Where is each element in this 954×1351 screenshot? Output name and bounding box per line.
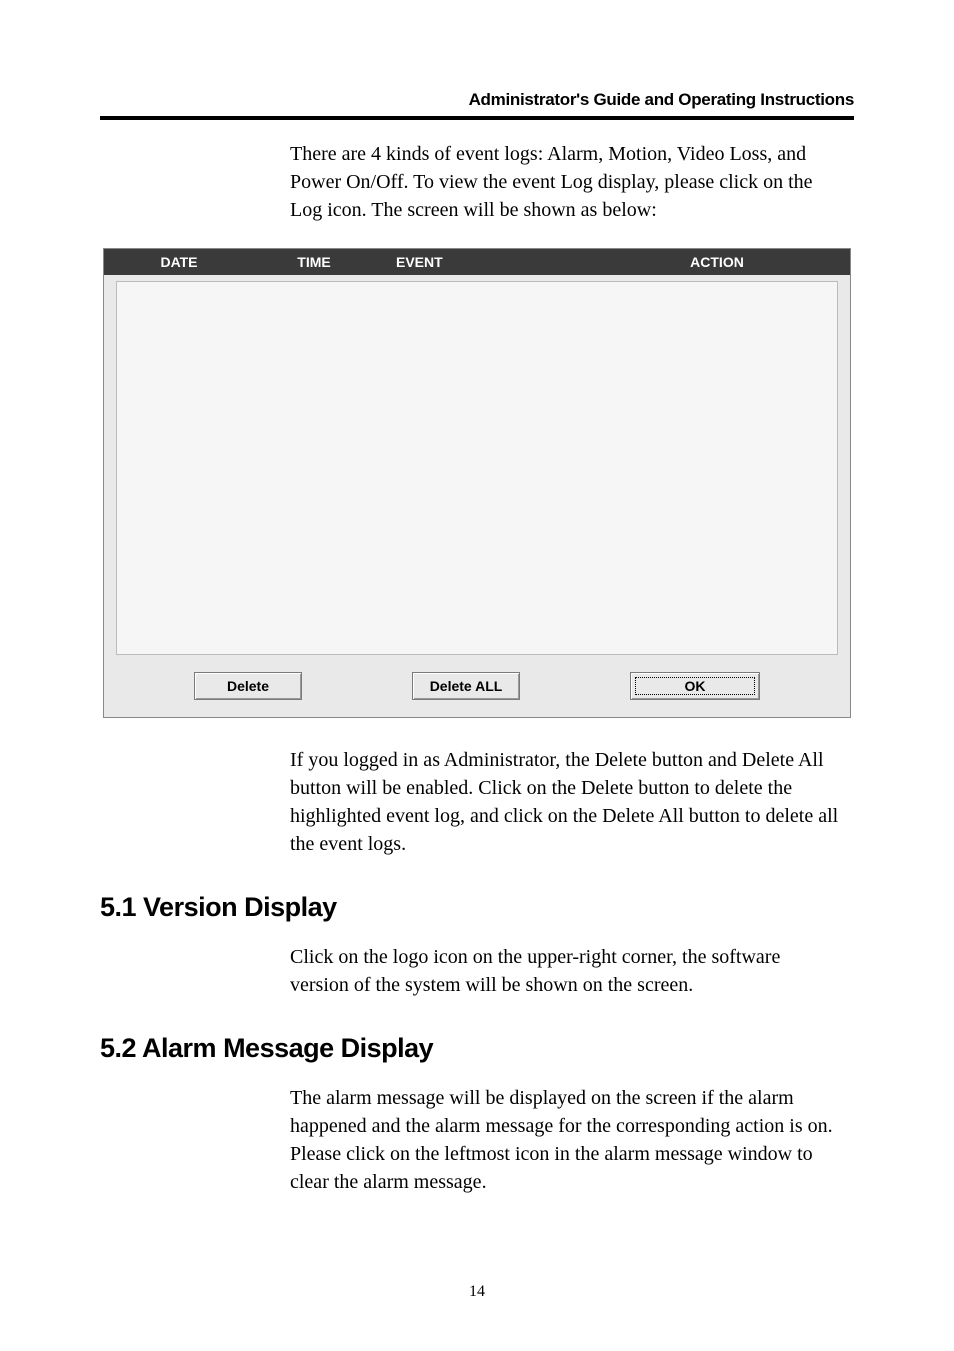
header-title: Administrator's Guide and Operating Inst… (100, 90, 854, 110)
page-header: Administrator's Guide and Operating Inst… (100, 90, 854, 120)
column-header-date: DATE (104, 254, 254, 270)
dialog-header-row: DATE TIME EVENT ACTION (104, 249, 850, 275)
event-log-dialog: DATE TIME EVENT ACTION Delete Delete ALL… (103, 248, 851, 718)
column-header-action: ACTION (584, 254, 850, 270)
column-header-time: TIME (254, 254, 374, 270)
column-header-event: EVENT (374, 254, 584, 270)
header-divider (100, 116, 854, 120)
page-number: 14 (0, 1283, 954, 1301)
delete-button[interactable]: Delete (194, 672, 302, 700)
section-5-2-body: The alarm message will be displayed on t… (290, 1084, 844, 1196)
ok-button[interactable]: OK (630, 672, 760, 700)
section-5-1-heading: 5.1 Version Display (100, 892, 854, 923)
section-5-2-heading: 5.2 Alarm Message Display (100, 1033, 854, 1064)
dialog-footer: Delete Delete ALL OK (104, 661, 850, 717)
section-5-1-body: Click on the logo icon on the upper-righ… (290, 943, 844, 999)
delete-all-button[interactable]: Delete ALL (412, 672, 520, 700)
intro-paragraph: There are 4 kinds of event logs: Alarm, … (290, 140, 844, 224)
post-dialog-paragraph: If you logged in as Administrator, the D… (290, 746, 844, 858)
event-list-area[interactable] (116, 281, 838, 655)
